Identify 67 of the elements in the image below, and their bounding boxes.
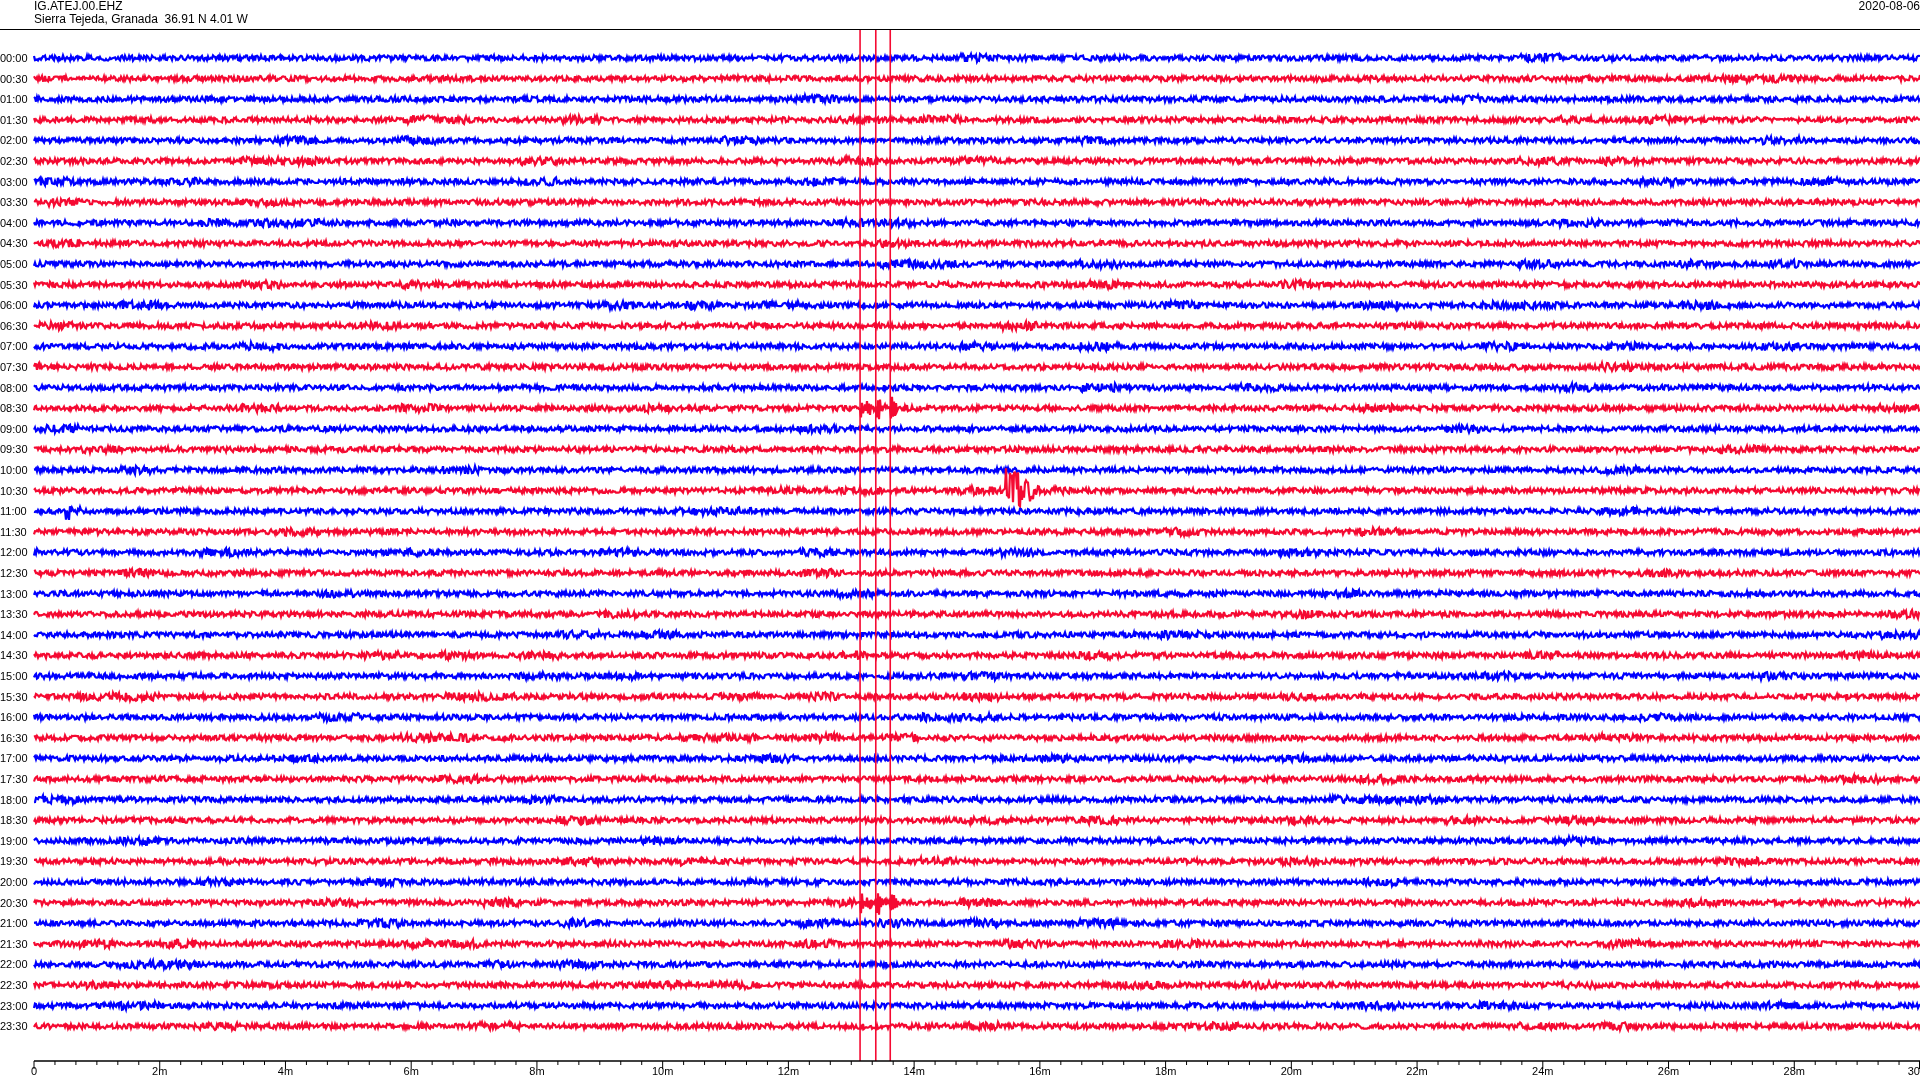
time-label: 11:30 xyxy=(0,525,27,538)
time-label: 11:00 xyxy=(0,505,27,518)
time-label: 02:30 xyxy=(0,155,28,167)
time-label: 10:00 xyxy=(0,464,28,476)
time-label: 02:00 xyxy=(0,134,28,147)
time-label: 21:00 xyxy=(0,917,28,930)
time-label: 13:30 xyxy=(0,608,28,621)
time-label: 00:30 xyxy=(0,72,28,85)
time-label: 07:00 xyxy=(0,340,28,353)
station-location: Sierra Tejeda, Granada 36.91 N 4.01 W xyxy=(34,13,248,26)
axis-label: 8m xyxy=(529,1065,545,1077)
time-label: 16:00 xyxy=(0,711,28,724)
time-label: 03:00 xyxy=(0,175,28,188)
time-label: 14:00 xyxy=(0,628,28,641)
time-label: 19:30 xyxy=(0,855,28,868)
axis-label: 14m xyxy=(903,1065,925,1077)
time-label: 17:00 xyxy=(0,752,28,765)
time-label: 03:30 xyxy=(0,196,28,209)
time-label: 23:30 xyxy=(0,1020,28,1033)
time-label: 19:00 xyxy=(0,834,28,847)
time-label: 06:30 xyxy=(0,319,28,332)
axis-label: 26m xyxy=(1657,1065,1680,1077)
time-label: 12:30 xyxy=(0,567,28,579)
axis-label: 18m xyxy=(1154,1065,1177,1077)
time-label: 17:30 xyxy=(0,773,28,785)
time-label: 10:30 xyxy=(0,484,28,497)
time-label: 00:00 xyxy=(0,52,28,64)
time-label: 18:00 xyxy=(0,793,28,806)
time-label: 08:00 xyxy=(0,381,28,394)
axis-label: 20m xyxy=(1280,1065,1303,1077)
time-label: 07:30 xyxy=(0,361,28,373)
time-label: 20:30 xyxy=(0,896,28,909)
axis-label: 16m xyxy=(1029,1065,1051,1077)
axis-label: 4m xyxy=(277,1065,294,1077)
axis-label: 28m xyxy=(1783,1065,1805,1077)
time-label: 15:00 xyxy=(0,670,28,682)
time-label: 14:30 xyxy=(0,649,28,662)
time-label: 15:30 xyxy=(0,690,28,703)
time-label: 04:30 xyxy=(0,237,28,250)
axis-label: 12m xyxy=(777,1065,800,1077)
axis-label: 24m xyxy=(1532,1065,1554,1077)
time-label: 22:30 xyxy=(0,979,28,991)
time-label: 05:00 xyxy=(0,258,28,270)
axis-label: 0 xyxy=(31,1065,38,1077)
time-label: 23:00 xyxy=(0,999,28,1012)
time-label: 05:30 xyxy=(0,278,28,291)
time-label: 01:30 xyxy=(0,113,28,126)
time-label: 08:30 xyxy=(0,402,28,415)
time-label: 16:30 xyxy=(0,731,28,744)
axis-label: 22m xyxy=(1406,1065,1428,1077)
time-label: 06:00 xyxy=(0,299,28,312)
station-code: IG.ATEJ.00.EHZ xyxy=(34,0,124,13)
time-label: 13:00 xyxy=(0,587,28,600)
time-label: 04:00 xyxy=(0,216,28,229)
time-label: 12:00 xyxy=(0,546,28,559)
time-label: 22:00 xyxy=(0,958,28,971)
axis-label: 2m xyxy=(152,1065,168,1077)
time-label: 01:00 xyxy=(0,93,28,106)
date-label: 2020-08-06 xyxy=(1858,0,1920,13)
axis-label: 6m xyxy=(403,1065,419,1077)
axis-label: 30 xyxy=(1907,1065,1920,1077)
time-label: 09:30 xyxy=(0,443,28,456)
time-label: 20:00 xyxy=(0,876,28,888)
time-label: 18:30 xyxy=(0,814,28,827)
time-label: 09:00 xyxy=(0,422,28,435)
time-label: 21:30 xyxy=(0,937,28,950)
axis-label: 10m xyxy=(651,1065,674,1077)
